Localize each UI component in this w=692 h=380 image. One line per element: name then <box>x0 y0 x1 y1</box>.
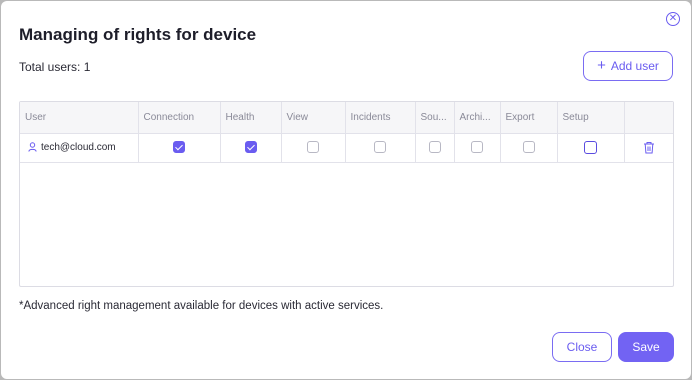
table-row: tech@cloud.com <box>20 133 673 163</box>
add-user-label: Add user <box>610 59 659 73</box>
header-actions <box>624 102 673 134</box>
total-users-label: Total users: 1 <box>19 60 91 74</box>
header-view: View <box>281 102 346 134</box>
footnote: *Advanced right management available for… <box>19 300 384 312</box>
user-email: tech@cloud.com <box>41 142 116 153</box>
user-icon <box>28 142 37 153</box>
header-archive: Archi... <box>454 102 501 134</box>
header-user: User <box>20 102 139 134</box>
trash-icon[interactable] <box>643 141 655 154</box>
export-checkbox[interactable] <box>522 141 535 154</box>
view-checkbox[interactable] <box>307 141 319 154</box>
close-icon[interactable]: ✕ <box>666 12 680 26</box>
header-setup: Setup <box>557 102 625 134</box>
add-user-button[interactable]: + Add user <box>583 51 673 81</box>
header-incidents: Incidents <box>345 102 416 134</box>
connection-checkbox[interactable] <box>173 141 185 154</box>
header-sources: Sou... <box>415 102 455 134</box>
header-health: Health <box>220 102 282 134</box>
rights-dialog: Managing of rights for device ✕ Total us… <box>1 1 691 379</box>
incidents-checkbox[interactable] <box>374 141 386 154</box>
sources-checkbox[interactable] <box>428 141 441 154</box>
rights-table: User Connection Health View Incidents So… <box>19 101 674 287</box>
archive-checkbox[interactable] <box>471 141 483 154</box>
setup-checkbox[interactable] <box>584 140 597 154</box>
user-cell: tech@cloud.com <box>20 133 139 163</box>
plus-icon: + <box>597 57 606 74</box>
header-connection: Connection <box>138 102 221 134</box>
table-header-row: User Connection Health View Incidents So… <box>20 102 673 134</box>
health-checkbox[interactable] <box>244 141 257 154</box>
dialog-title: Managing of rights for device <box>19 25 257 44</box>
header-export: Export <box>500 102 558 134</box>
save-button[interactable]: Save <box>618 332 674 362</box>
close-button[interactable]: Close <box>552 332 612 362</box>
